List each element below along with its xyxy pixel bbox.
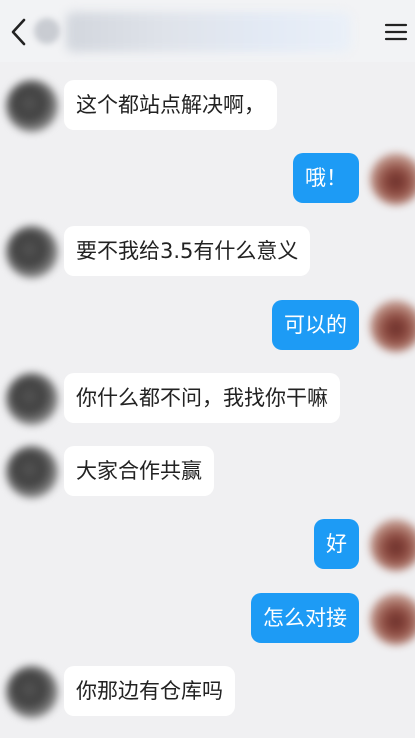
menu-icon[interactable] bbox=[384, 22, 408, 42]
user-avatar[interactable] bbox=[370, 593, 415, 645]
contact-avatar[interactable] bbox=[6, 446, 58, 498]
message-bubble[interactable]: 你什么都不问，我找你干嘛 bbox=[64, 373, 340, 423]
user-avatar[interactable] bbox=[370, 153, 415, 205]
message-bubble[interactable]: 怎么对接 bbox=[251, 593, 359, 643]
user-avatar[interactable] bbox=[370, 519, 415, 571]
contact-avatar[interactable] bbox=[6, 80, 58, 132]
message-bubble[interactable]: 好 bbox=[314, 519, 359, 569]
message-bubble[interactable]: 这个都站点解决啊， bbox=[64, 80, 277, 130]
message-bubble[interactable]: 你那边有仓库吗 bbox=[64, 666, 235, 716]
chevron-left-icon[interactable] bbox=[8, 17, 30, 47]
contact-avatar[interactable] bbox=[6, 666, 58, 718]
contact-avatar[interactable] bbox=[6, 226, 58, 278]
user-avatar[interactable] bbox=[370, 300, 415, 352]
contact-avatar[interactable] bbox=[6, 373, 58, 425]
message-bubble[interactable]: 要不我给3.5有什么意义 bbox=[64, 226, 311, 276]
message-bubble[interactable]: 可以的 bbox=[272, 300, 359, 350]
contact-name bbox=[66, 12, 351, 52]
message-bubble[interactable]: 大家合作共赢 bbox=[64, 446, 214, 496]
message-list[interactable]: 这个都站点解决啊， 哦！ 要不我给3.5有什么意义 可以的 你什么都不问，我找你… bbox=[0, 62, 415, 738]
chat-header bbox=[0, 0, 415, 62]
contact-avatar[interactable] bbox=[34, 18, 60, 44]
message-bubble[interactable]: 哦！ bbox=[293, 153, 359, 203]
